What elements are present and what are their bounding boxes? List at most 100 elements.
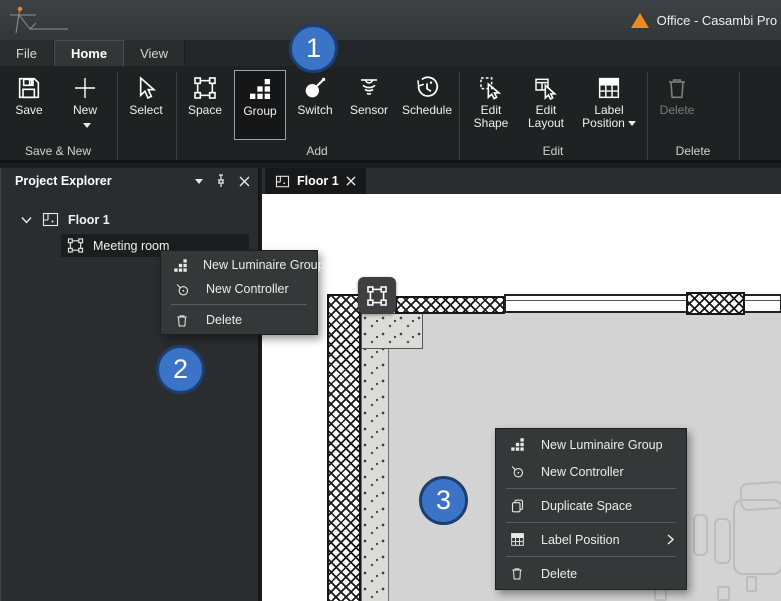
new-label: New (72, 103, 97, 117)
chair-arm-outline (714, 518, 731, 564)
floor-plan-window (504, 294, 689, 313)
edit-shape-label: Edit Shape (473, 103, 509, 130)
schedule-icon (417, 76, 439, 97)
pin-icon[interactable] (215, 174, 227, 188)
tab-close-icon[interactable] (346, 176, 356, 186)
chair-leg-outline (746, 576, 757, 592)
document-tab-bar: Floor 1 (262, 168, 781, 194)
luminaire-group-icon (173, 258, 188, 273)
duplicate-icon (508, 498, 526, 514)
new-dropdown-caret-icon[interactable] (82, 123, 91, 128)
project-tree: Floor 1 Meeting room (1, 194, 258, 257)
space-button[interactable]: Space (182, 70, 228, 140)
menu-item-label-position[interactable]: Label Position (496, 526, 686, 553)
save-button[interactable]: Save (6, 70, 52, 140)
panel-close-icon[interactable] (239, 176, 250, 187)
menu-item-delete[interactable]: Delete (496, 560, 686, 587)
controller-icon (173, 282, 191, 297)
label-position-icon (598, 77, 620, 99)
panel-menu-caret-icon[interactable] (195, 178, 203, 184)
ribbon-separator (739, 72, 740, 160)
chevron-down-icon[interactable] (21, 216, 32, 224)
select-label: Select (129, 103, 163, 117)
chair-arm-outline (693, 514, 708, 556)
menu-separator (171, 304, 307, 305)
switch-button[interactable]: Switch (290, 70, 340, 140)
edit-layout-icon (535, 78, 557, 100)
menu-tab-bar: File Home View (0, 40, 781, 66)
space-label: Space (187, 103, 223, 117)
tab-view[interactable]: View (124, 40, 186, 66)
project-explorer-panel: Project Explorer Floor 1 Meeting room (0, 168, 260, 601)
edit-shape-button[interactable]: Edit Shape (464, 70, 518, 140)
switch-label: Switch (297, 103, 333, 117)
menu-item-duplicate-space[interactable]: Duplicate Space (496, 492, 686, 519)
edit-shape-icon (480, 77, 502, 100)
tree-item-label: Meeting room (93, 238, 170, 253)
canvas-context-menu: New Luminaire Group New Controller Dupli… (495, 428, 687, 590)
new-button[interactable]: New (58, 70, 112, 140)
casambi-logo (10, 6, 68, 34)
floor-plan-wall-segment (686, 292, 745, 315)
menu-item-new-luminaire-group[interactable]: New Luminaire Group (161, 253, 325, 277)
floor-icon (42, 212, 59, 227)
delete-label: Delete (659, 103, 695, 117)
luminaire-group-icon (508, 437, 526, 452)
group-button[interactable]: Group (234, 70, 286, 140)
tab-floor-1-document[interactable]: Floor 1 (265, 168, 366, 194)
callout-1: 1 (289, 24, 338, 73)
label-position-icon (508, 532, 526, 547)
project-explorer-header: Project Explorer (1, 168, 258, 194)
floor-plan-wall-left (327, 294, 361, 601)
ribbon-separator (117, 72, 118, 160)
delete-button[interactable]: Delete (651, 70, 703, 140)
menu-separator (506, 556, 676, 557)
app-title-text: Office - Casambi Pro ( (656, 12, 781, 28)
space-icon (367, 285, 387, 306)
menu-item-new-luminaire-group[interactable]: New Luminaire Group (496, 431, 686, 458)
title-bar: Office - Casambi Pro ( (0, 0, 781, 40)
group-label-delete: Delete (675, 144, 711, 158)
space-selection-badge[interactable] (358, 277, 396, 314)
floor-plan-column (361, 313, 423, 349)
schedule-label: Schedule (401, 103, 453, 117)
project-explorer-title: Project Explorer (15, 174, 112, 188)
ribbon-toolbar: Save New Select Space Group Switch Senso… (0, 66, 781, 163)
label-position-caret-icon (627, 121, 636, 127)
select-button[interactable]: Select (122, 70, 170, 140)
space-icon (67, 238, 84, 253)
group-label-save-new: Save & New (24, 144, 92, 158)
save-icon (18, 77, 40, 99)
trash-icon (508, 566, 526, 581)
callout-number: 1 (305, 33, 322, 63)
tree-item-label: Floor 1 (68, 212, 110, 227)
switch-icon (305, 77, 326, 98)
sensor-button[interactable]: Sensor (343, 70, 395, 140)
document-tab-label: Floor 1 (297, 174, 339, 188)
callout-number: 3 (435, 485, 452, 515)
tree-item-floor-1[interactable]: Floor 1 (1, 208, 258, 231)
edit-layout-button[interactable]: Edit Layout (520, 70, 572, 140)
app-icon (630, 12, 649, 28)
submenu-arrow-icon (667, 534, 674, 545)
sensor-icon (361, 79, 377, 95)
callout-3: 3 (419, 476, 468, 525)
tab-home[interactable]: Home (53, 40, 125, 66)
explorer-context-menu: New Luminaire Group New Controller Delet… (160, 250, 325, 335)
controller-icon (508, 464, 526, 479)
menu-item-new-controller[interactable]: New Controller (161, 277, 317, 301)
floor-plan-wall-top (395, 296, 505, 314)
menu-item-delete[interactable]: Delete (161, 308, 317, 332)
schedule-button[interactable]: Schedule (397, 70, 457, 140)
chair-leg-outline (717, 586, 730, 601)
space-icon (194, 77, 216, 99)
edit-layout-label: Edit Layout (527, 103, 565, 130)
menu-item-new-controller[interactable]: New Controller (496, 458, 686, 485)
label-position-button[interactable]: Label Position (574, 70, 644, 140)
label-position-label: Label Position (574, 104, 644, 130)
trash-icon (173, 313, 191, 328)
sensor-label: Sensor (349, 103, 389, 117)
window-title: Office - Casambi Pro ( (630, 0, 781, 40)
tab-file[interactable]: File (0, 40, 54, 66)
new-plus-icon (75, 78, 95, 98)
